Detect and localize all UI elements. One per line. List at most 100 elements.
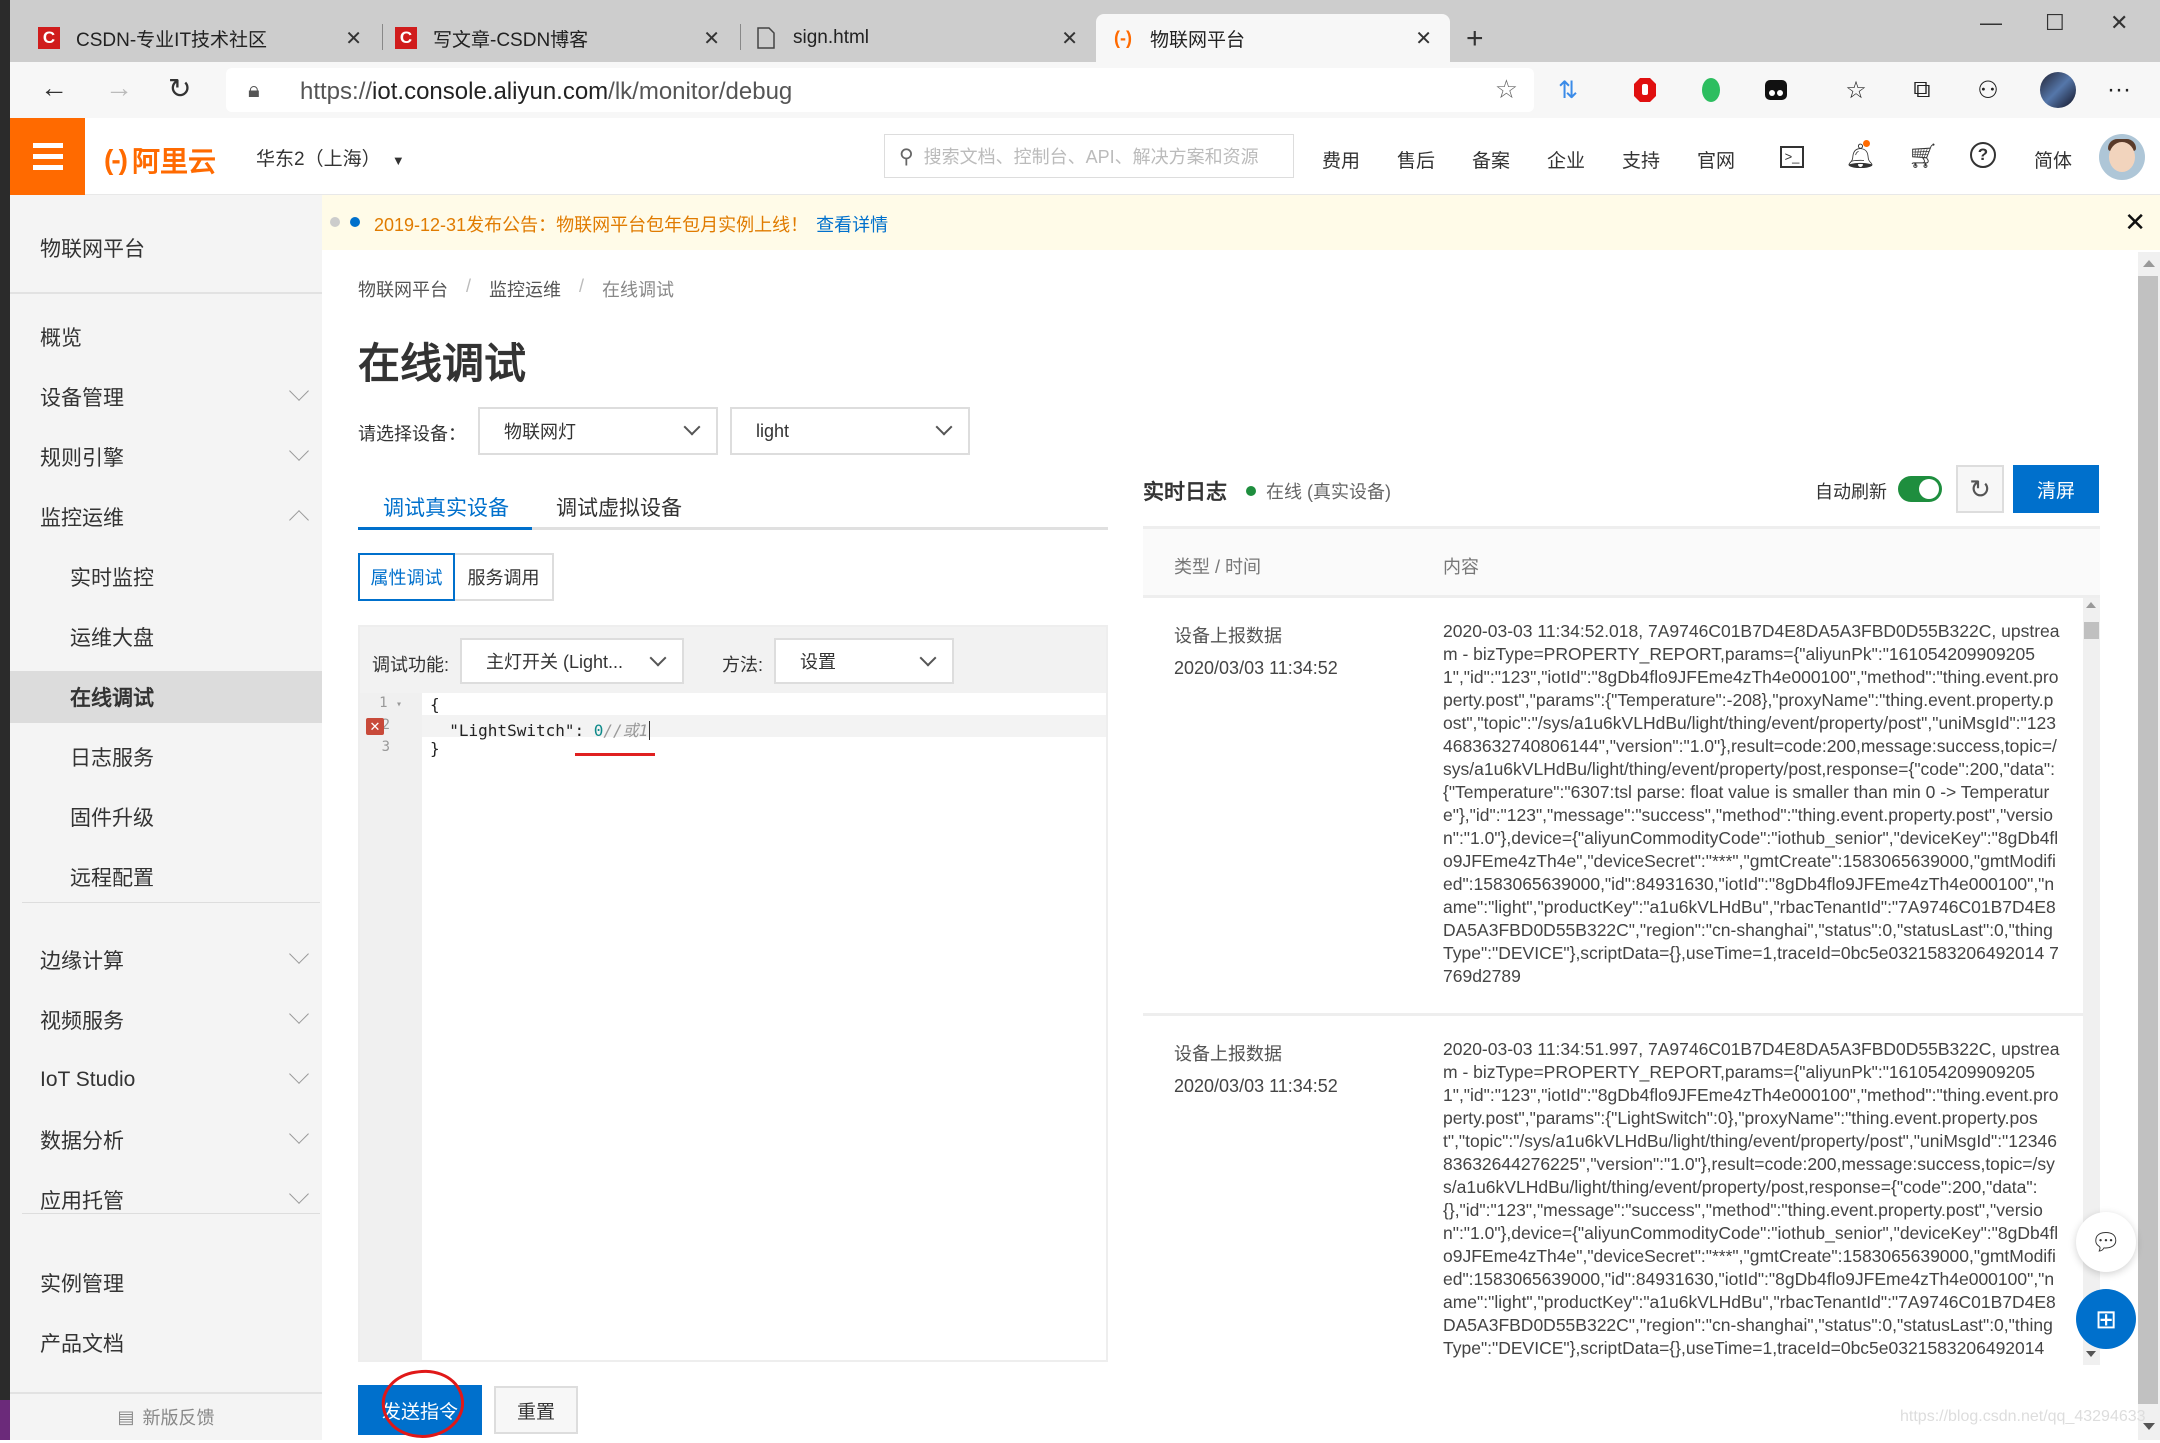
refresh-log-button[interactable]: ↻ (1956, 465, 2004, 513)
profile-avatar[interactable] (2040, 72, 2076, 108)
reset-button[interactable]: 重置 (494, 1386, 578, 1434)
subtab-service-call[interactable]: 服务调用 (455, 553, 554, 601)
csdn-icon: C (395, 27, 417, 49)
close-tab-icon[interactable]: ✕ (703, 26, 720, 51)
favorite-star-icon[interactable]: ☆ (1495, 74, 1518, 105)
tab-virtual-device[interactable]: 调试虚拟设备 (556, 492, 682, 522)
sidebar-item[interactable]: 实例管理 (10, 1257, 322, 1309)
close-window-button[interactable]: ✕ (2110, 10, 2128, 36)
sidebar-item[interactable]: 设备管理 (10, 371, 322, 423)
terminal-icon[interactable]: >_ (1780, 146, 1804, 168)
log-entry-type: 设备上报数据 (1174, 626, 1282, 646)
sidebar-item[interactable]: 边缘计算 (10, 934, 322, 986)
nav-official-site[interactable]: 官网 (1697, 146, 1735, 173)
nav-support[interactable]: 支持 (1622, 146, 1660, 173)
sidebar-item[interactable]: 在线调试 (10, 671, 322, 723)
aliyun-logo[interactable]: (-) 阿里云 (104, 140, 216, 180)
sidebar-item-label: 实例管理 (40, 1273, 124, 1296)
browser-tab-bar: C CSDN-专业IT技术社区 ✕ C 写文章-CSDN博客 ✕ sign.ht… (0, 0, 2160, 62)
close-tab-icon[interactable]: ✕ (345, 26, 362, 51)
view-details-link[interactable]: 查看详情 (816, 215, 888, 235)
log-entry-time: 2020/03/03 11:34:52 (1174, 1076, 1338, 1096)
adblock-extension-icon[interactable] (1631, 76, 1659, 104)
close-tab-icon[interactable]: ✕ (1061, 26, 1078, 51)
fold-arrow-icon[interactable]: ▾ (396, 699, 402, 710)
sidebar-item[interactable]: 应用托管 (10, 1174, 322, 1226)
sidebar-item[interactable]: 日志服务 (10, 731, 322, 783)
help-icon[interactable]: ? (1970, 142, 1996, 168)
browser-tab[interactable]: sign.html ✕ (741, 14, 1096, 62)
close-announcement-icon[interactable]: ✕ (2124, 207, 2146, 238)
apps-button[interactable]: ⊞ (2076, 1289, 2136, 1349)
sidebar-item[interactable]: 规则引擎 (10, 431, 322, 483)
log-entry-content: 2020-03-03 11:34:52.018, 7A9746C01B7D4E8… (1443, 621, 2060, 986)
chevron-down-icon (919, 649, 937, 667)
cart-icon[interactable]: 🛒︎ (1908, 142, 1938, 171)
chat-support-button[interactable]: 💬︎ (2076, 1212, 2136, 1272)
sidebar-item[interactable]: 远程配置 (10, 851, 322, 903)
console-search-input[interactable]: ⚲ 搜索文档、控制台、API、解决方案和资源 (884, 134, 1294, 178)
breadcrumb-item[interactable]: 监控运维 (489, 276, 561, 302)
sidebar-item[interactable]: 数据分析 (10, 1114, 322, 1166)
sidebar-item[interactable]: 产品文档 (10, 1317, 322, 1369)
annotation-underline (575, 753, 655, 756)
sidebar-item[interactable]: 固件升级 (10, 791, 322, 843)
search-icon: ⚲ (899, 145, 914, 168)
chevron-down-icon (289, 381, 309, 401)
more-menu-icon[interactable]: ··· (2105, 76, 2133, 104)
clear-log-button[interactable]: 清屏 (2013, 465, 2099, 513)
browser-tab[interactable]: C CSDN-专业IT技术社区 ✕ (10, 14, 380, 62)
auto-refresh-toggle[interactable] (1898, 476, 1942, 502)
breadcrumb-current: 在线调试 (602, 280, 675, 300)
user-avatar[interactable] (2099, 134, 2145, 180)
sidebar-item[interactable]: IoT Studio (10, 1054, 322, 1106)
breadcrumb-item[interactable]: 物联网平台 (358, 276, 448, 302)
carousel-dots[interactable] (330, 217, 360, 227)
sidebar-item[interactable]: 视频服务 (10, 994, 322, 1046)
nav-after-sales[interactable]: 售后 (1397, 146, 1435, 173)
extension-icon[interactable] (1762, 76, 1790, 104)
bell-icon[interactable]: 🔔︎ (1845, 140, 1875, 171)
text-cursor (649, 721, 651, 740)
browser-tab[interactable]: C 写文章-CSDN博客 ✕ (383, 14, 738, 62)
region-selector[interactable]: 华东2（上海） ▼ (256, 144, 405, 171)
device-select[interactable]: light (730, 407, 970, 455)
forward-icon[interactable]: → (105, 72, 133, 104)
maximize-button[interactable]: ☐ (2045, 10, 2065, 36)
json-code-editor[interactable]: 1 ▾ 2 ✕ 3 { "LightSwitch": 0//或1 } (360, 693, 1106, 1360)
error-marker-icon[interactable]: ✕ (366, 718, 384, 735)
favorites-icon[interactable]: ☆ (1842, 76, 1870, 104)
feedback-button[interactable]: ▤ 新版反馈 (10, 1392, 322, 1440)
language-switch[interactable]: 简体 (2034, 146, 2072, 173)
nav-enterprise[interactable]: 企业 (1547, 146, 1585, 173)
method-select[interactable]: 设置 (774, 638, 954, 684)
nav-fees[interactable]: 费用 (1322, 146, 1360, 173)
minimize-button[interactable]: — (1980, 10, 2002, 36)
address-bar[interactable]: 🔒︎ https://iot.console.aliyun.com/lk/mon… (226, 68, 1534, 112)
function-select[interactable]: 主灯开关 (Light... (460, 638, 684, 684)
product-select[interactable]: 物联网灯 (478, 407, 718, 455)
sidebar-item[interactable]: 监控运维 (10, 491, 322, 543)
nav-filing[interactable]: 备案 (1472, 146, 1510, 173)
tab-real-device[interactable]: 调试真实设备 (383, 492, 509, 522)
evernote-extension-icon[interactable] (1697, 76, 1725, 104)
close-tab-icon[interactable]: ✕ (1415, 26, 1432, 51)
refresh-icon[interactable]: ↻ (168, 72, 191, 105)
sync-extension-icon[interactable]: ⇅ (1554, 76, 1582, 104)
browser-toolbar: ← → ↻ 🔒︎ https://iot.console.aliyun.com/… (10, 62, 2160, 118)
share-icon[interactable]: ⚇ (1974, 76, 2002, 104)
chevron-down-icon (289, 1064, 309, 1084)
sidebar-item[interactable]: 概览 (10, 311, 322, 363)
new-tab-button[interactable]: + (1466, 22, 1484, 56)
page-scrollbar[interactable] (2138, 252, 2160, 1440)
browser-tab-active[interactable]: (-) 物联网平台 ✕ (1096, 14, 1450, 62)
sidebar: 物联网平台 概览 设备管理 规则引擎 监控运维 实时监控 运维大盘 在线调试 日志服务 固件升级… (10, 195, 322, 1440)
sidebar-item[interactable]: 实时监控 (10, 551, 322, 603)
sidebar-item[interactable]: 运维大盘 (10, 611, 322, 663)
chevron-down-icon (683, 418, 701, 436)
hamburger-menu-button[interactable] (10, 118, 85, 195)
sidebar-item-label: 日志服务 (70, 747, 154, 770)
back-icon[interactable]: ← (40, 72, 68, 104)
collections-icon[interactable]: ⧉ (1908, 76, 1936, 104)
subtab-property-debug[interactable]: 属性调试 (358, 553, 455, 601)
